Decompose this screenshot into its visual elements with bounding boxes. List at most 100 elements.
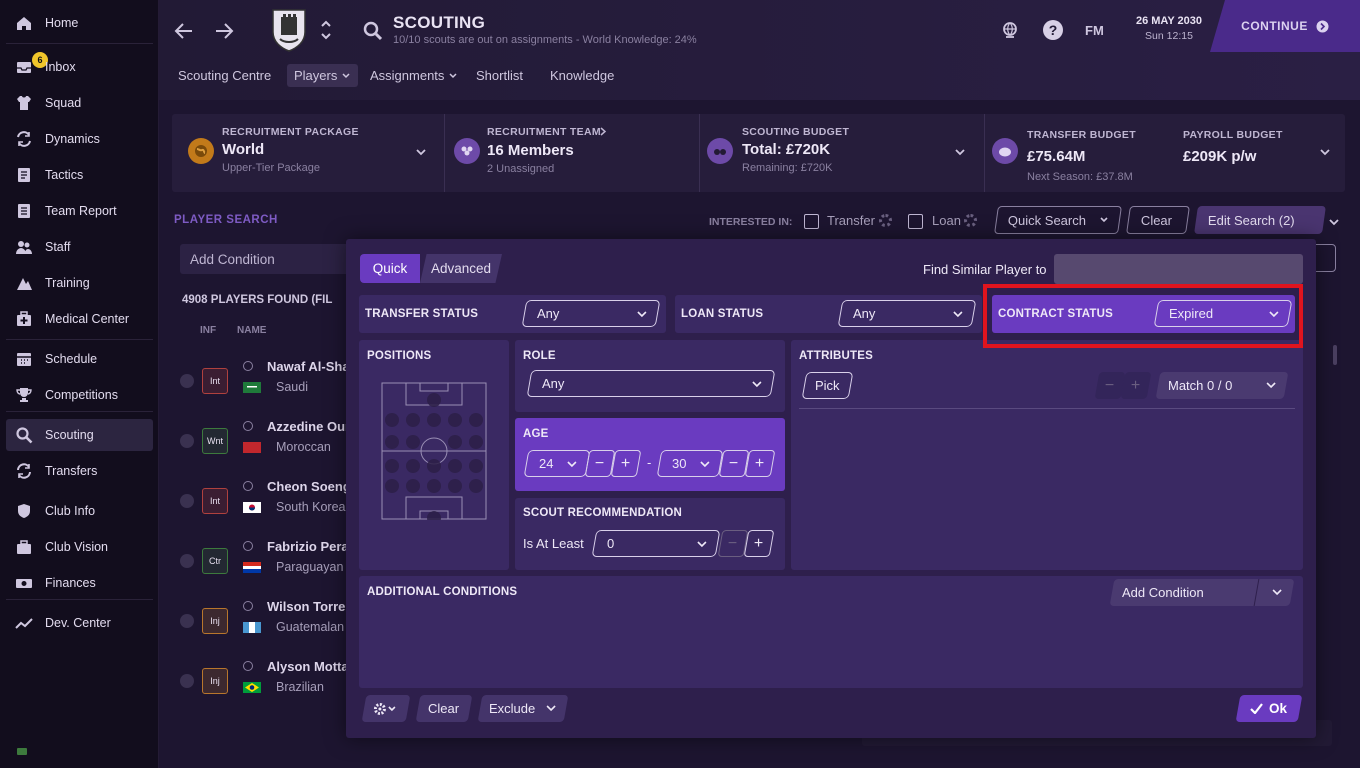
role-dropdown[interactable]: Any xyxy=(526,370,776,397)
loan-status-dropdown[interactable]: Any xyxy=(837,300,977,327)
player-name[interactable]: Wilson Torres xyxy=(267,599,353,614)
scouting-budget-card[interactable]: SCOUTING BUDGET Total: £720K Remaining: … xyxy=(699,114,984,192)
column-header-name[interactable]: NAME xyxy=(237,325,266,336)
player-name[interactable]: Alyson Motta xyxy=(267,659,349,674)
player-name[interactable]: Cheon Soeng-I xyxy=(267,479,359,494)
player-nationality: Saudi xyxy=(276,380,308,394)
scrollbar[interactable] xyxy=(1333,345,1337,365)
loan-status-panel: LOAN STATUS Any xyxy=(675,295,982,333)
piggy-bank-icon xyxy=(992,138,1018,164)
loan-label: Loan xyxy=(932,213,961,228)
sidebar-item-schedule[interactable]: Schedule xyxy=(6,343,153,375)
table-row[interactable]: Int Cheon Soeng-I South Korean xyxy=(180,474,359,534)
help-icon[interactable]: ? xyxy=(1043,20,1063,40)
table-row[interactable]: Ctr Fabrizio Peralt Paraguayan xyxy=(180,534,357,594)
budgets-card[interactable]: TRANSFER BUDGET £75.64M Next Season: £37… xyxy=(984,114,1345,192)
sidebar-item-competitions[interactable]: Competitions xyxy=(6,379,153,411)
back-arrow-icon[interactable] xyxy=(174,21,194,41)
sidebar-item-dynamics[interactable]: Dynamics xyxy=(6,123,153,155)
column-header-inf[interactable]: INF xyxy=(200,325,216,336)
pitch-position-picker[interactable] xyxy=(381,382,487,520)
sidebar-item-team-report[interactable]: Team Report xyxy=(6,195,153,227)
sidebar-item-home[interactable]: Home xyxy=(6,7,153,39)
transfer-status-dropdown[interactable]: Any xyxy=(521,300,661,327)
select-check-icon[interactable] xyxy=(180,434,194,448)
select-check-icon[interactable] xyxy=(180,494,194,508)
sidebar-item-staff[interactable]: Staff xyxy=(6,231,153,263)
transfer-checkbox[interactable] xyxy=(804,214,819,229)
sidebar-item-dev-center[interactable]: Dev. Center xyxy=(6,607,153,639)
sidebar-item-club-info[interactable]: Club Info xyxy=(6,495,153,527)
flag-icon xyxy=(243,682,261,693)
recruitment-package-card[interactable]: RECRUITMENT PACKAGE World Upper-Tier Pac… xyxy=(172,114,444,192)
table-row[interactable]: Inj Alyson Motta Brazilian xyxy=(180,654,355,714)
attribute-increment-button[interactable]: + xyxy=(1120,372,1152,399)
arrow-circle-icon xyxy=(1316,20,1329,32)
fm-label[interactable]: FM xyxy=(1085,23,1104,38)
tab-advanced[interactable]: Advanced xyxy=(420,254,502,283)
clear-search-button[interactable]: Clear xyxy=(1126,206,1190,234)
tab-players[interactable]: Players xyxy=(287,64,359,87)
settings-icon[interactable] xyxy=(964,214,977,227)
scout-recommendation-dropdown[interactable]: 0 xyxy=(591,530,721,557)
player-name[interactable]: Fabrizio Peralt xyxy=(267,539,357,554)
sidebar-item-inbox[interactable]: 6 Inbox xyxy=(6,51,153,83)
tab-scouting-centre[interactable]: Scouting Centre xyxy=(178,68,271,83)
chevron-down-icon xyxy=(637,311,647,318)
forward-arrow-icon[interactable] xyxy=(214,21,234,41)
pick-attributes-button[interactable]: Pick xyxy=(801,372,854,399)
tab-quick[interactable]: Quick xyxy=(360,254,420,283)
select-check-icon[interactable] xyxy=(180,554,194,568)
table-row[interactable]: Wnt Azzedine Ouna Moroccan xyxy=(180,414,360,474)
ok-button[interactable]: Ok xyxy=(1235,695,1303,722)
sidebar-item-squad[interactable]: Squad xyxy=(6,87,153,119)
select-check-icon[interactable] xyxy=(180,674,194,688)
sidebar-item-medical-center[interactable]: Medical Center xyxy=(6,303,153,335)
chart-icon xyxy=(15,614,33,632)
player-search-title: PLAYER SEARCH xyxy=(174,214,278,226)
select-check-icon[interactable] xyxy=(180,374,194,388)
flag-icon xyxy=(243,442,261,453)
sidebar-item-training[interactable]: Training xyxy=(6,267,153,299)
sidebar-item-transfers[interactable]: Transfers xyxy=(6,455,153,487)
tab-assignments[interactable]: Assignments xyxy=(370,68,458,83)
chevron-down-icon xyxy=(700,461,710,468)
player-name[interactable]: Nawaf Al-Shar xyxy=(267,359,355,374)
age-max-increment-button[interactable]: + xyxy=(744,450,776,477)
sidebar-item-finances[interactable]: Finances xyxy=(6,567,153,599)
settings-icon[interactable] xyxy=(879,214,892,227)
add-condition-dropdown[interactable]: Add Condition xyxy=(1109,579,1295,606)
sidebar-item-scouting[interactable]: Scouting xyxy=(6,419,153,451)
quick-search-button[interactable]: Quick Search xyxy=(994,206,1122,234)
table-row[interactable]: Int Nawaf Al-Shar Saudi xyxy=(180,354,355,414)
sidebar-item-tactics[interactable]: Tactics xyxy=(6,159,153,191)
sidebar-item-label: Scouting xyxy=(45,428,94,442)
match-dropdown[interactable]: Match 0 / 0 xyxy=(1155,372,1289,399)
chevron-down-icon xyxy=(416,149,426,156)
exit-icon[interactable] xyxy=(17,748,27,755)
recruitment-team-card[interactable]: RECRUITMENT TEAM 16 Members 2 Unassigned xyxy=(444,114,699,192)
exclude-dropdown[interactable]: Exclude xyxy=(477,695,569,722)
sidebar-item-club-vision[interactable]: Club Vision xyxy=(6,531,153,563)
clear-button[interactable]: Clear xyxy=(415,695,473,722)
table-row[interactable]: Inj Wilson Torres Guatemalan xyxy=(180,594,355,654)
sidebar-item-label: Medical Center xyxy=(45,312,130,326)
club-switch-icon[interactable] xyxy=(320,18,332,42)
options-button[interactable] xyxy=(361,695,411,722)
globe-icon[interactable] xyxy=(1001,21,1019,39)
age-min-dropdown[interactable]: 24 xyxy=(523,450,591,477)
edit-search-button[interactable]: Edit Search (2) xyxy=(1194,206,1326,234)
loan-checkbox[interactable] xyxy=(908,214,923,229)
tab-knowledge[interactable]: Knowledge xyxy=(550,68,614,83)
age-min-increment-button[interactable]: + xyxy=(610,450,642,477)
club-crest-icon[interactable] xyxy=(270,7,308,53)
select-check-icon[interactable] xyxy=(180,614,194,628)
find-similar-input[interactable] xyxy=(1054,254,1303,284)
tab-shortlist[interactable]: Shortlist xyxy=(476,68,523,83)
player-nationality: Guatemalan xyxy=(276,620,345,634)
age-max-dropdown[interactable]: 30 xyxy=(656,450,724,477)
scout-rec-increment-button[interactable]: + xyxy=(743,530,775,557)
chevron-down-icon[interactable] xyxy=(1328,216,1340,228)
continue-button[interactable]: CONTINUE xyxy=(1210,0,1360,52)
player-nationality: Brazilian xyxy=(276,680,324,694)
